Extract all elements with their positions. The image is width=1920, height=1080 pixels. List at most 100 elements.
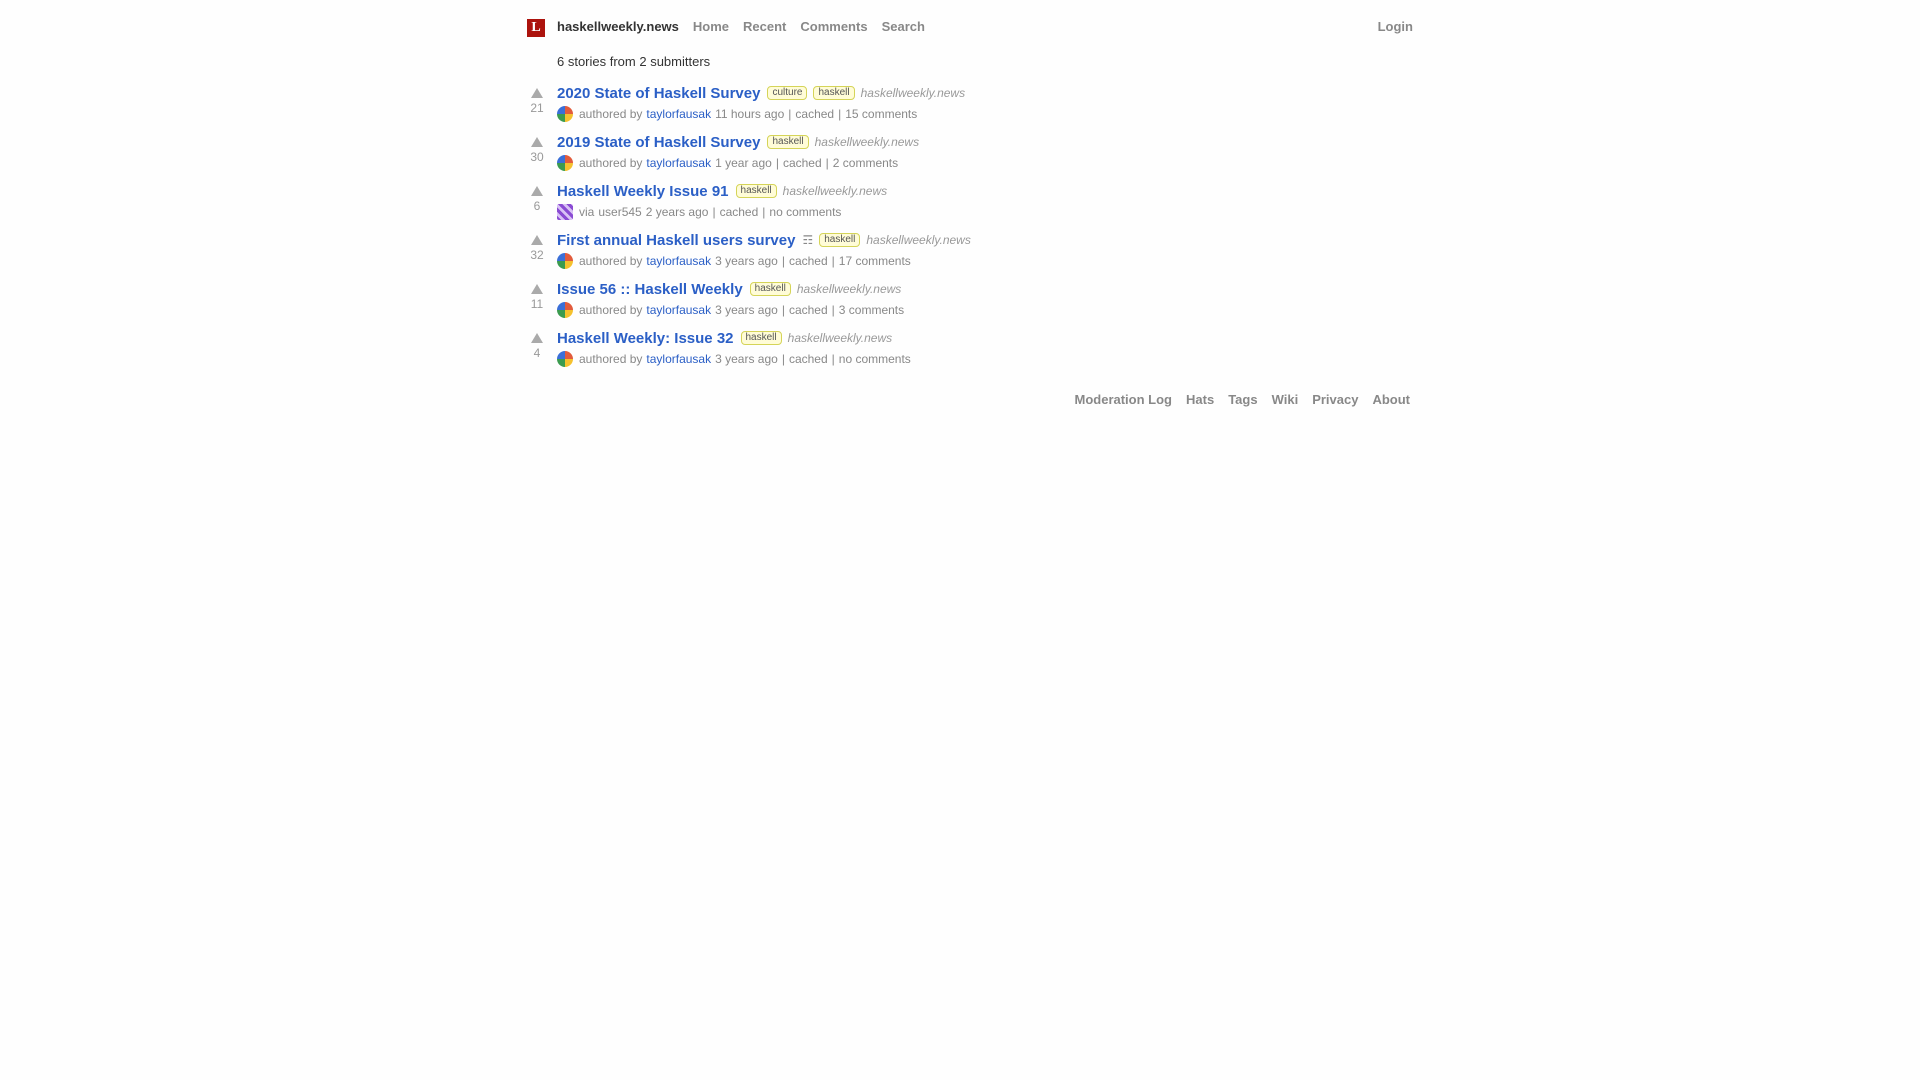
- avatar[interactable]: [557, 253, 573, 269]
- submitter-link[interactable]: taylorfausak: [646, 156, 711, 170]
- avatar[interactable]: [557, 302, 573, 318]
- nav-home[interactable]: Home: [693, 19, 729, 35]
- cached-link[interactable]: cached: [795, 107, 834, 121]
- footer-hats[interactable]: Hats: [1186, 392, 1214, 408]
- story-tag[interactable]: haskell: [813, 86, 855, 100]
- story-title-link[interactable]: 2020 State of Haskell Survey: [557, 85, 760, 102]
- stories-summary: 6 stories from 2 submitters: [557, 54, 711, 69]
- story-title-line: 2019 State of Haskell Survey haskell haske…: [557, 131, 919, 153]
- cached-link[interactable]: cached: [720, 205, 759, 219]
- story-domain-link[interactable]: haskellweekly.news: [815, 135, 920, 149]
- story-domain-link[interactable]: haskellweekly.news: [866, 233, 971, 247]
- submitter-link[interactable]: user545: [598, 205, 641, 219]
- story-age: 3 years ago: [715, 352, 778, 366]
- voter: 6: [527, 180, 547, 213]
- comments-link[interactable]: no comments: [839, 352, 911, 366]
- footer-about[interactable]: About: [1372, 392, 1410, 408]
- page: L haskellweekly.news Home Recent Comment…: [527, 0, 1413, 407]
- nav-search[interactable]: Search: [882, 19, 925, 35]
- story-title-line: Issue 56 :: Haskell Weekly haskell haskell…: [557, 278, 908, 300]
- story-byline: authored by taylorfausak 11 hours ago | cach…: [557, 104, 965, 124]
- footer-moderation-log[interactable]: Moderation Log: [1075, 392, 1173, 408]
- nav-recent[interactable]: Recent: [743, 19, 786, 35]
- story-tag[interactable]: haskell: [740, 331, 782, 345]
- nav-comments[interactable]: Comments: [800, 19, 867, 35]
- byline-prefix: authored by: [579, 352, 643, 366]
- cached-link[interactable]: cached: [783, 156, 822, 170]
- site-logo[interactable]: L: [527, 19, 545, 37]
- avatar[interactable]: [557, 106, 573, 122]
- upvote-arrow-icon[interactable]: [531, 88, 543, 98]
- story-score: 32: [530, 248, 544, 262]
- story-tag[interactable]: haskell: [735, 184, 777, 198]
- comments-link[interactable]: 17 comments: [839, 254, 911, 268]
- separator: |: [831, 254, 835, 268]
- separator: |: [781, 352, 785, 366]
- story-row: 30 2019 State of Haskell Survey haskell has…: [527, 131, 1413, 180]
- description-icon[interactable]: ☶: [802, 233, 813, 247]
- footer-privacy[interactable]: Privacy: [1312, 392, 1358, 408]
- cached-link[interactable]: cached: [789, 352, 828, 366]
- separator: |: [712, 205, 716, 219]
- story-title-link[interactable]: First annual Haskell users survey: [557, 232, 795, 249]
- header: L haskellweekly.news Home Recent Comment…: [527, 0, 1413, 52]
- story-domain-link[interactable]: haskellweekly.news: [861, 86, 966, 100]
- submitter-link[interactable]: taylorfausak: [646, 303, 711, 317]
- separator: |: [781, 254, 785, 268]
- story-byline: authored by taylorfausak 3 years ago | cache…: [557, 349, 915, 369]
- upvote-arrow-icon[interactable]: [531, 333, 543, 343]
- story-score: 6: [533, 199, 541, 213]
- story-tag[interactable]: haskell: [749, 282, 791, 296]
- story-title-link[interactable]: 2019 State of Haskell Survey: [557, 134, 760, 151]
- cached-link[interactable]: cached: [789, 254, 828, 268]
- story-age: 11 hours ago: [715, 107, 785, 121]
- story-title-link[interactable]: Issue 56 :: Haskell Weekly: [557, 281, 743, 298]
- upvote-arrow-icon[interactable]: [531, 137, 543, 147]
- avatar[interactable]: [557, 351, 573, 367]
- story-domain-link[interactable]: haskellweekly.news: [783, 184, 888, 198]
- comments-link[interactable]: no comments: [769, 205, 841, 219]
- login-link[interactable]: Login: [1378, 19, 1413, 35]
- story-score: 30: [530, 150, 544, 164]
- story-age: 2 years ago: [645, 205, 709, 219]
- separator: |: [775, 156, 779, 170]
- separator: |: [831, 352, 835, 366]
- story-details: Haskell Weekly Issue 91 haskell haskellwee…: [557, 180, 887, 222]
- story-details: 2019 State of Haskell Survey haskell haske…: [557, 131, 919, 173]
- story-domain-link[interactable]: haskellweekly.news: [788, 331, 893, 345]
- site-name-link[interactable]: haskellweekly.news: [557, 19, 679, 35]
- comments-link[interactable]: 3 comments: [839, 303, 904, 317]
- byline-prefix: authored by: [579, 254, 643, 268]
- story-title-line: First annual Haskell users survey ☶ haskel…: [557, 229, 971, 251]
- story-byline: via user545 2 years ago | cached | no comments: [557, 202, 887, 222]
- separator: |: [781, 303, 785, 317]
- avatar[interactable]: [557, 204, 573, 220]
- footer-wiki[interactable]: Wiki: [1272, 392, 1299, 408]
- story-tag[interactable]: culture: [767, 86, 808, 100]
- submitter-link[interactable]: taylorfausak: [646, 254, 711, 268]
- comments-link[interactable]: 2 comments: [833, 156, 898, 170]
- story-score: 21: [530, 101, 544, 115]
- submitter-link[interactable]: taylorfausak: [646, 107, 711, 121]
- footer-tags[interactable]: Tags: [1228, 392, 1257, 408]
- story-tag[interactable]: haskell: [767, 135, 809, 149]
- story-row: 6 Haskell Weekly Issue 91 haskell haskellwe…: [527, 180, 1413, 229]
- comments-link[interactable]: 15 comments: [845, 107, 917, 121]
- upvote-arrow-icon[interactable]: [531, 235, 543, 245]
- avatar[interactable]: [557, 155, 573, 171]
- footer: Moderation Log Hats Tags Wiki Privacy Ab…: [1061, 392, 1411, 408]
- upvote-arrow-icon[interactable]: [531, 186, 543, 196]
- story-title-link[interactable]: Haskell Weekly Issue 91: [557, 183, 729, 200]
- story-row: 32 First annual Haskell users survey ☶ hask…: [527, 229, 1413, 278]
- story-details: Issue 56 :: Haskell Weekly haskell haskell…: [557, 278, 908, 320]
- submitter-link[interactable]: taylorfausak: [646, 352, 711, 366]
- story-age: 3 years ago: [715, 254, 778, 268]
- story-tag[interactable]: haskell: [819, 233, 861, 247]
- story-domain-link[interactable]: haskellweekly.news: [797, 282, 902, 296]
- story-row: 4 Haskell Weekly: Issue 32 haskell haskellw…: [527, 327, 1413, 376]
- byline-prefix: authored by: [579, 156, 643, 170]
- story-title-link[interactable]: Haskell Weekly: Issue 32: [557, 330, 734, 347]
- upvote-arrow-icon[interactable]: [531, 284, 543, 294]
- cached-link[interactable]: cached: [789, 303, 828, 317]
- nav-bar: haskellweekly.news Home Recent Comments …: [557, 19, 939, 35]
